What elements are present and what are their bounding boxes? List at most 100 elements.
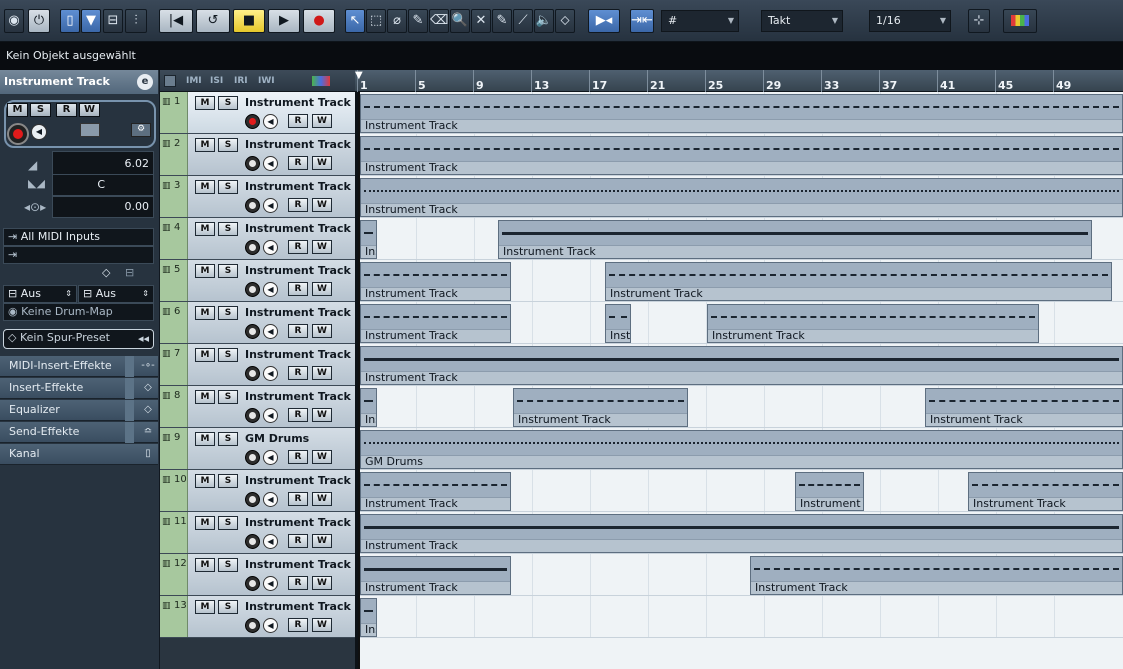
- midi-part[interactable]: Ins: [360, 388, 377, 427]
- midi-channel-right-selector[interactable]: ⊟ Aus ⇕: [78, 285, 154, 303]
- write-automation-button[interactable]: W: [312, 240, 332, 254]
- monitor-button[interactable]: ◀: [263, 324, 278, 339]
- edit-settings-button[interactable]: ⚙: [131, 123, 151, 137]
- solo-button[interactable]: S: [218, 474, 238, 488]
- record-enable-button[interactable]: [245, 450, 260, 465]
- track-name[interactable]: Instrument Track: [245, 306, 351, 319]
- track-row[interactable]: ▥ 12 M S Instrument Track ◀ R W: [160, 554, 355, 596]
- midi-part[interactable]: Ins: [360, 598, 377, 637]
- track-color-strip[interactable]: ▥ 5: [160, 260, 188, 301]
- monitor-button[interactable]: ◀: [263, 408, 278, 423]
- section-equalizer[interactable]: Equalizer ◇: [0, 400, 158, 421]
- track-row[interactable]: ▥ 5 M S Instrument Track ◀ R W: [160, 260, 355, 302]
- write-automation-button[interactable]: W: [312, 324, 332, 338]
- inspector-write-button[interactable]: W: [79, 103, 100, 117]
- show-infoline-button[interactable]: ▼: [81, 9, 101, 33]
- line-tool[interactable]: ⟋: [513, 9, 533, 33]
- midi-part[interactable]: Instrument Tr: [795, 472, 864, 511]
- activate-project-button[interactable]: ◉: [4, 9, 24, 33]
- record-enable-button[interactable]: [245, 324, 260, 339]
- record-enable-button[interactable]: [245, 198, 260, 213]
- mute-button[interactable]: M: [195, 138, 215, 152]
- track-color-strip[interactable]: ▥ 11: [160, 512, 188, 553]
- track-color-strip[interactable]: ▥ 7: [160, 344, 188, 385]
- midi-part[interactable]: GM Drums: [360, 430, 1123, 469]
- mute-button[interactable]: M: [195, 306, 215, 320]
- read-automation-button[interactable]: R: [288, 198, 308, 212]
- keyboard-icon[interactable]: ⊟: [125, 266, 134, 279]
- track-name[interactable]: Instrument Track: [245, 264, 351, 277]
- play-tool[interactable]: 🔈: [534, 9, 554, 33]
- track-color-strip[interactable]: ▥ 12: [160, 554, 188, 595]
- track-color-strip[interactable]: ▥ 9: [160, 428, 188, 469]
- monitor-button[interactable]: ◀: [263, 282, 278, 297]
- track-color-strip[interactable]: ▥ 10: [160, 470, 188, 511]
- monitor-button[interactable]: ◀: [263, 156, 278, 171]
- edit-instrument-icon[interactable]: e: [137, 74, 153, 90]
- track-row[interactable]: ▥ 2 M S Instrument Track ◀ R W: [160, 134, 355, 176]
- mute-button[interactable]: M: [195, 180, 215, 194]
- monitor-button[interactable]: ◀: [263, 114, 278, 129]
- mute-button[interactable]: M: [195, 516, 215, 530]
- midi-part[interactable]: Instrument Track: [707, 304, 1039, 343]
- track-name[interactable]: Instrument Track: [245, 600, 351, 613]
- read-automation-button[interactable]: R: [288, 240, 308, 254]
- snap-to-zero-button[interactable]: ⊹: [968, 9, 990, 33]
- midi-part[interactable]: Instrument Track: [360, 136, 1123, 175]
- track-color-strip[interactable]: ▥ 3: [160, 176, 188, 217]
- track-preset-selector[interactable]: ◇ Kein Spur-Preset ◂◂: [3, 329, 154, 349]
- midi-part[interactable]: Instrument Track: [360, 178, 1123, 217]
- read-automation-button[interactable]: R: [288, 534, 308, 548]
- track-row[interactable]: ▥ 7 M S Instrument Track ◀ R W: [160, 344, 355, 386]
- write-automation-button[interactable]: W: [312, 618, 332, 632]
- record-enable-button[interactable]: [245, 618, 260, 633]
- track-lane[interactable]: GM Drums: [358, 428, 1123, 470]
- midi-part[interactable]: Instrument Track: [360, 94, 1123, 133]
- track-lane[interactable]: Ins Instrument Track Instrument Track: [358, 386, 1123, 428]
- read-automation-button[interactable]: R: [288, 324, 308, 338]
- read-automation-button[interactable]: R: [288, 576, 308, 590]
- global-write-icon[interactable]: IWI: [258, 75, 275, 87]
- write-automation-button[interactable]: W: [312, 534, 332, 548]
- grid-type-dropdown[interactable]: Takt ▼: [761, 10, 843, 32]
- record-enable-button[interactable]: [245, 240, 260, 255]
- color-tool[interactable]: ⬦: [555, 9, 575, 33]
- track-lane[interactable]: Instrument Track Instrument Tr Instrument …: [358, 470, 1123, 512]
- solo-button[interactable]: S: [218, 264, 238, 278]
- show-overview-button[interactable]: ⊟: [103, 9, 123, 33]
- midi-part[interactable]: Instrument Track: [360, 262, 511, 301]
- cycle-button[interactable]: ↺: [196, 9, 230, 33]
- inspector-mute-button[interactable]: M: [7, 103, 28, 117]
- collapse-icon[interactable]: [164, 75, 176, 87]
- record-button[interactable]: ●: [303, 9, 335, 33]
- monitor-button[interactable]: ◀: [263, 534, 278, 549]
- midi-part[interactable]: Instrument Track: [925, 388, 1123, 427]
- track-name[interactable]: Instrument Track: [245, 474, 351, 487]
- object-selection-tool[interactable]: ↖: [345, 9, 365, 33]
- midi-part[interactable]: Instrument Track: [360, 472, 511, 511]
- track-name[interactable]: Instrument Track: [245, 222, 351, 235]
- midi-part[interactable]: Instrument Track: [750, 556, 1123, 595]
- left-locator-icon[interactable]: ▼: [355, 70, 363, 81]
- write-automation-button[interactable]: W: [312, 282, 332, 296]
- track-row[interactable]: ▥ 9 M S GM Drums ◀ R W: [160, 428, 355, 470]
- rewind-button[interactable]: |◀: [159, 9, 193, 33]
- delay-field[interactable]: 0.00: [52, 196, 154, 218]
- read-automation-button[interactable]: R: [288, 114, 308, 128]
- track-name[interactable]: Instrument Track: [245, 516, 351, 529]
- track-color-strip[interactable]: ▥ 8: [160, 386, 188, 427]
- track-color-strip[interactable]: ▥ 6: [160, 302, 188, 343]
- midi-part[interactable]: Instrument Track: [605, 262, 1112, 301]
- range-selection-tool[interactable]: ⬚: [366, 9, 386, 33]
- read-automation-button[interactable]: R: [288, 618, 308, 632]
- read-automation-button[interactable]: R: [288, 366, 308, 380]
- solo-button[interactable]: S: [218, 516, 238, 530]
- record-enable-button[interactable]: [245, 156, 260, 171]
- track-name[interactable]: Instrument Track: [245, 348, 351, 361]
- write-automation-button[interactable]: W: [312, 408, 332, 422]
- event-display[interactable]: Instrument Track Instrument Track Instrume…: [355, 92, 1123, 669]
- project-cursor[interactable]: [358, 92, 360, 669]
- write-automation-button[interactable]: W: [312, 114, 332, 128]
- track-row[interactable]: ▥ 13 M S Instrument Track ◀ R W: [160, 596, 355, 638]
- mixer-button[interactable]: ⫶: [125, 9, 147, 33]
